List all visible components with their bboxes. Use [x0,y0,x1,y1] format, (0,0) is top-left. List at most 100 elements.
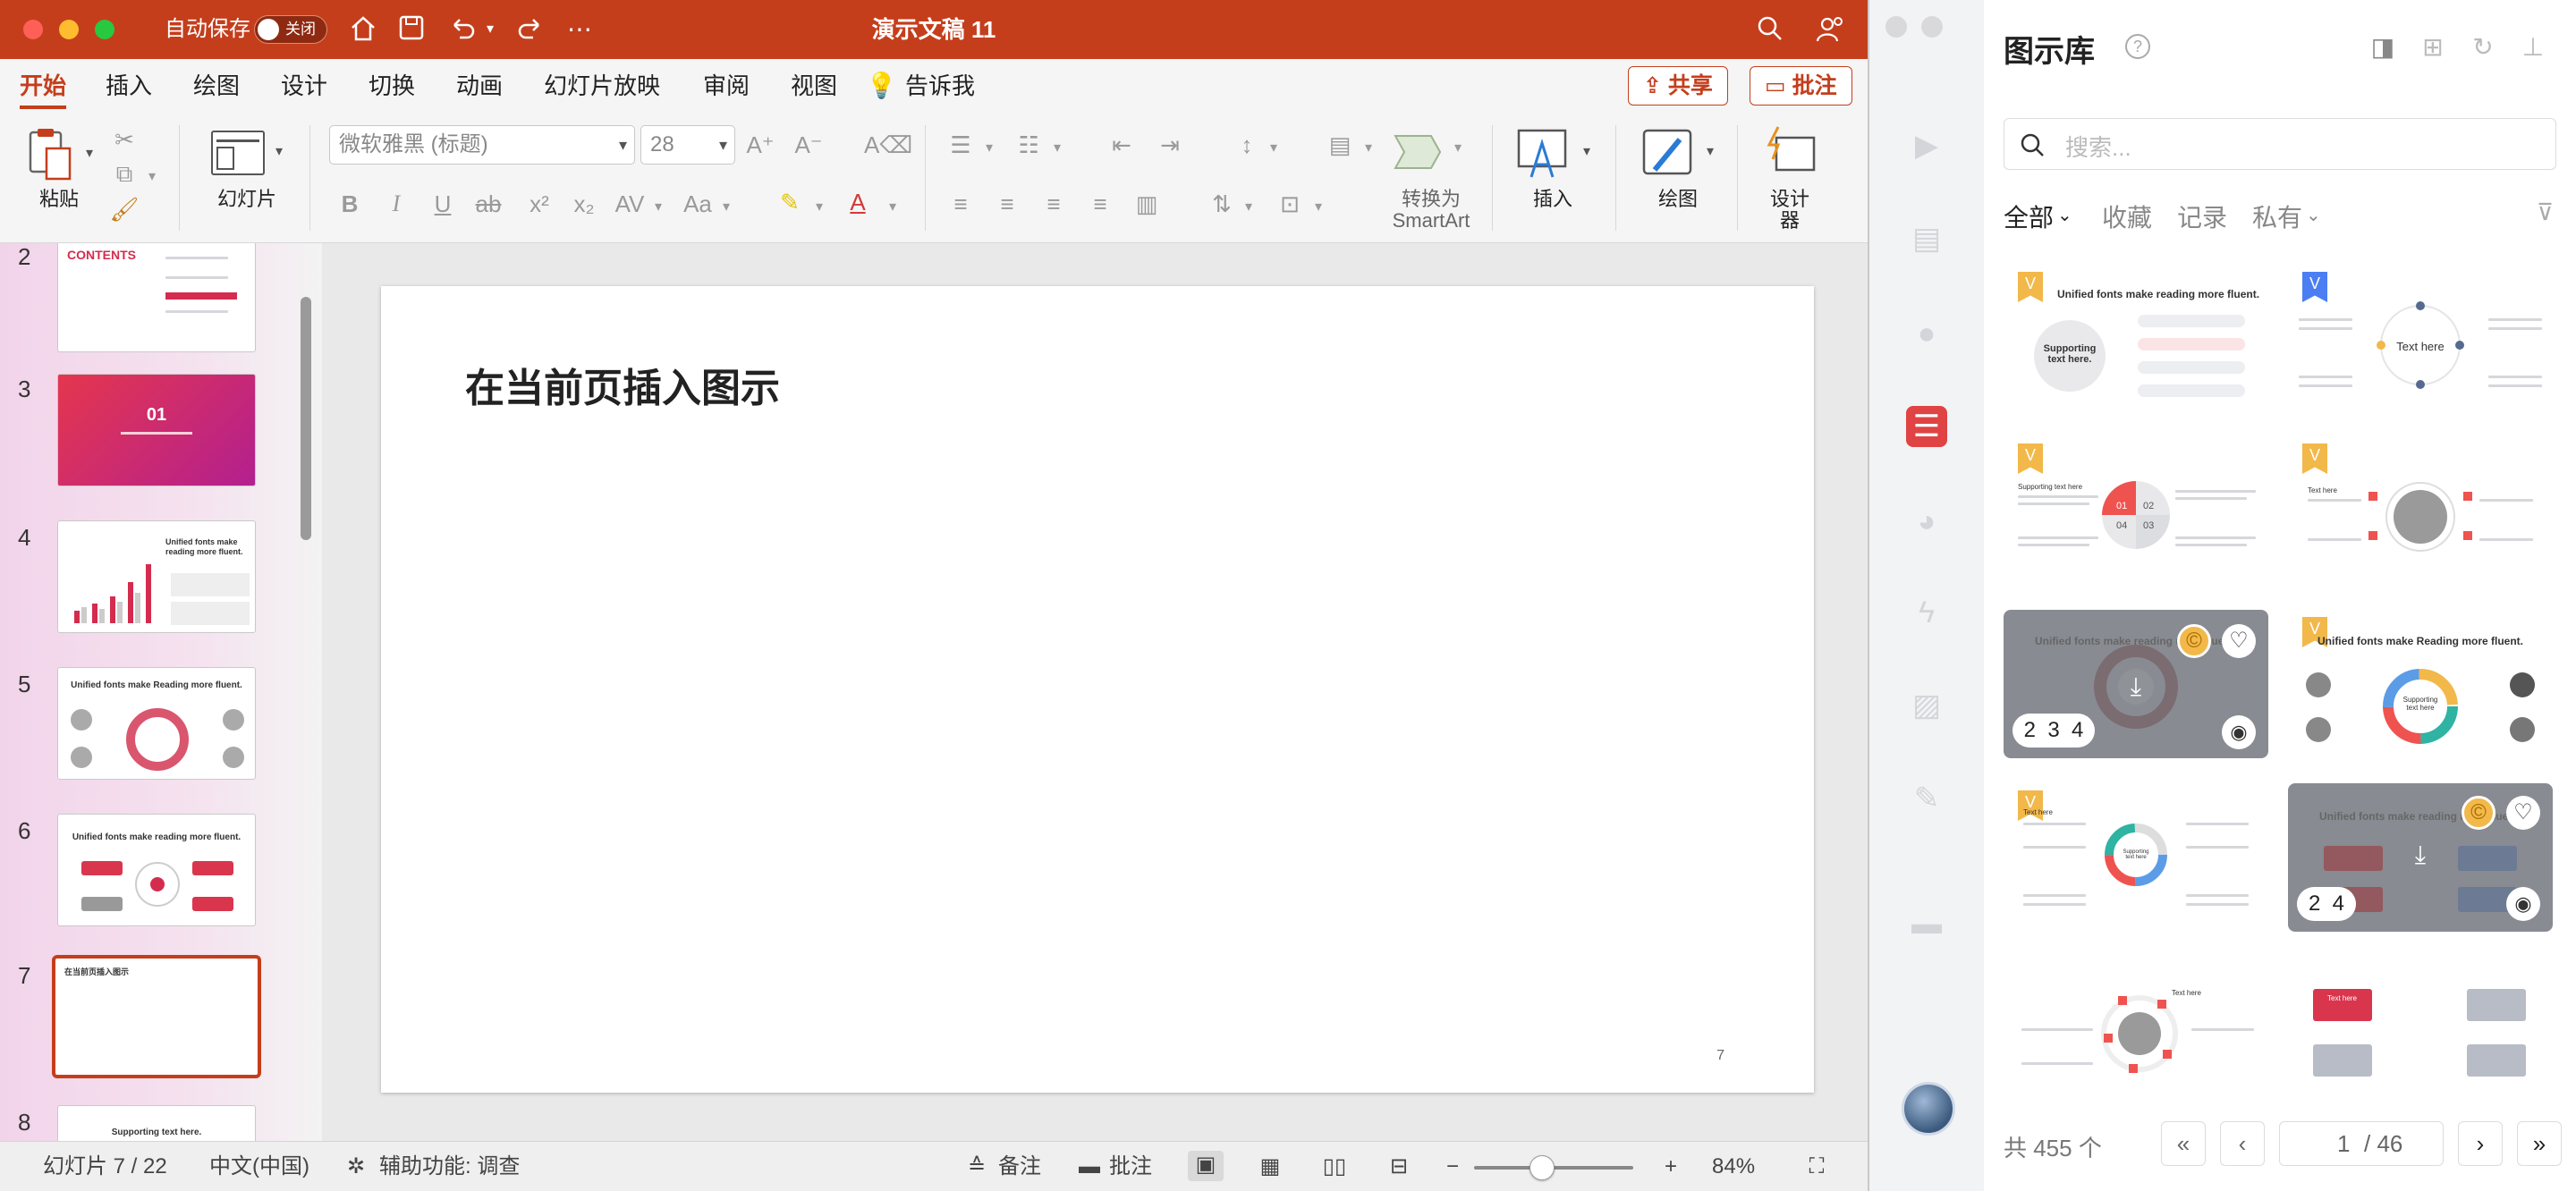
designer-icon[interactable] [1762,125,1818,177]
fit-to-window-icon[interactable]: ⛶ [1801,1153,1832,1181]
align-left-icon[interactable]: ≡ [945,190,977,218]
chevron-down-icon[interactable]: ▾ [1240,193,1258,222]
bullets-icon[interactable]: ☰ [945,131,977,159]
tell-me[interactable]: 告诉我 [905,70,975,102]
avatar[interactable] [1902,1082,1955,1136]
diagram-icon[interactable]: ☰ [1906,406,1947,447]
diagram-card[interactable]: V Text here [2288,436,2553,585]
tab-review[interactable]: 审阅 [703,70,750,102]
italic-button[interactable]: I [383,190,410,218]
decrease-font-icon[interactable]: A⁻ [791,131,826,159]
page-current[interactable]: 1 [2337,1122,2350,1165]
line-spacing-icon[interactable]: ↕ [1231,131,1263,159]
slide-sorter-icon[interactable]: ▦ [1254,1153,1286,1181]
font-color-icon[interactable]: A [843,188,873,216]
heart-icon[interactable]: ♡ [2506,796,2540,830]
first-page-button[interactable]: « [2161,1121,2206,1166]
download-icon[interactable]: ⤓ [2406,840,2435,869]
lightning-icon[interactable]: ϟ [1906,592,1947,633]
draw-icon[interactable] [1640,127,1694,181]
justify-icon[interactable]: ≡ [1084,190,1116,218]
bold-button[interactable]: B [336,190,363,218]
chevron-down-icon[interactable]: ▾ [717,193,735,222]
diagram-card[interactable]: V Unified fonts make reading more fluent… [2004,265,2268,413]
eye-icon[interactable]: ◉ [2506,887,2540,921]
smartart-icon[interactable] [1390,132,1444,172]
increase-font-icon[interactable]: A⁺ [742,131,778,159]
panel-minimize-button[interactable] [1921,16,1943,38]
paste-dropdown-icon[interactable]: ▾ [80,139,98,168]
next-page-button[interactable]: › [2458,1121,2503,1166]
slide-dropdown-icon[interactable]: ▾ [270,138,288,166]
numbering-icon[interactable]: ☷ [1013,131,1045,159]
filter-all[interactable]: 全部 [2004,198,2054,234]
color-count-badge[interactable]: 2 3 4 [2012,714,2095,748]
reading-view-icon[interactable]: ▯▯ [1318,1153,1351,1181]
slide-thumbnail[interactable]: Unified fonts make Reading more fluent. [57,667,256,780]
diagram-card[interactable]: V Unified fonts make Reading more fluent… [2288,610,2553,758]
columns-icon[interactable]: ▤ [1324,131,1356,159]
diagram-card[interactable]: Text here [2288,957,2553,1082]
slide-thumbnail-selected[interactable]: 在当前页插入图示 [52,955,261,1078]
insert-dropdown-icon[interactable]: ▾ [1578,138,1596,166]
chevron-down-icon[interactable]: ▾ [884,193,902,222]
thumbnail-scrollbar[interactable] [301,297,311,540]
underline-button[interactable]: U [429,190,456,218]
decrease-indent-icon[interactable]: ⇤ [1106,131,1138,159]
text-direction-icon[interactable]: ⇅ [1206,190,1238,218]
paste-icon[interactable] [25,127,79,184]
palette-icon[interactable]: ● [1906,313,1947,354]
tab-animations[interactable]: 动画 [456,70,503,102]
eye-icon[interactable]: ◉ [2222,715,2256,749]
help-icon[interactable]: ? [2125,34,2150,59]
card-icon[interactable]: ▤ [1906,218,1947,259]
comments-button[interactable]: ▭ 批注 [1750,66,1852,106]
prev-page-button[interactable]: ‹ [2220,1121,2265,1166]
refresh-icon[interactable]: ↻ [2469,32,2497,61]
draw-dropdown-icon[interactable]: ▾ [1701,138,1719,166]
diagram-card-hover[interactable]: Unified fonts make reading more fluent. … [2288,783,2553,932]
tab-draw[interactable]: 绘图 [193,70,240,102]
toolbox-icon[interactable]: ▬ [1906,903,1947,944]
zoom-in-icon[interactable]: + [1660,1153,1682,1181]
insert-textbox-icon[interactable] [1515,127,1569,181]
chevron-down-icon[interactable]: ⌄ [2306,204,2321,226]
filter-history[interactable]: 记录 [2177,198,2227,234]
align-center-icon[interactable]: ≡ [991,190,1023,218]
distributed-icon[interactable]: ▥ [1131,190,1163,218]
format-painter-icon[interactable]: 🖌 [109,195,140,224]
tab-insert[interactable]: 插入 [106,70,152,102]
brush-icon[interactable]: ✎ [1906,778,1947,819]
diagram-card[interactable]: Text here [2004,957,2268,1082]
filter-icon[interactable]: ⊽ [2537,198,2554,226]
filter-private[interactable]: 私有 [2252,198,2302,234]
diagram-card[interactable]: V Text here Supporting text here [2004,783,2268,932]
share-button[interactable]: ⇪ 共享 [1628,66,1728,106]
last-page-button[interactable]: » [2517,1121,2562,1166]
diagram-card-hover[interactable]: Unified fonts make reading more fluent. … [2004,610,2268,758]
slide-thumbnail[interactable]: Unified fonts make reading more fluent. [57,520,256,633]
font-name-combo[interactable]: 微软雅黑 (标题) ▾ [329,125,635,165]
align-text-icon[interactable]: ⊡ [1274,190,1306,218]
tab-transitions[interactable]: 切换 [369,70,415,102]
chevron-down-icon[interactable]: ▾ [810,193,828,222]
subscript-button[interactable]: x₂ [569,190,599,218]
download-icon[interactable]: ⤓ [2122,672,2150,701]
slide-thumbnail[interactable]: 01 [57,374,256,486]
chevron-down-icon[interactable]: ▾ [1048,134,1066,163]
video-icon[interactable]: ▶ [1906,125,1947,166]
chevron-down-icon[interactable]: ▾ [649,193,667,222]
chevron-down-icon[interactable]: ▾ [980,134,998,163]
normal-view-icon[interactable]: ▣ [1188,1151,1224,1181]
filter-favorites[interactable]: 收藏 [2102,198,2152,234]
chevron-down-icon[interactable]: ▾ [1360,134,1377,163]
tab-view[interactable]: 视图 [791,70,837,102]
align-right-icon[interactable]: ≡ [1038,190,1070,218]
slide-thumbnail[interactable]: Unified fonts make reading more fluent. [57,814,256,926]
language[interactable]: 中文(中国) [209,1153,309,1181]
search-box[interactable]: 搜索... [2004,118,2556,170]
change-case-button[interactable]: Aa [680,190,716,218]
search-input[interactable]: 搜索... [2065,130,2131,163]
heart-icon[interactable]: ♡ [2222,624,2256,658]
image-icon[interactable]: ▨ [1906,685,1947,726]
